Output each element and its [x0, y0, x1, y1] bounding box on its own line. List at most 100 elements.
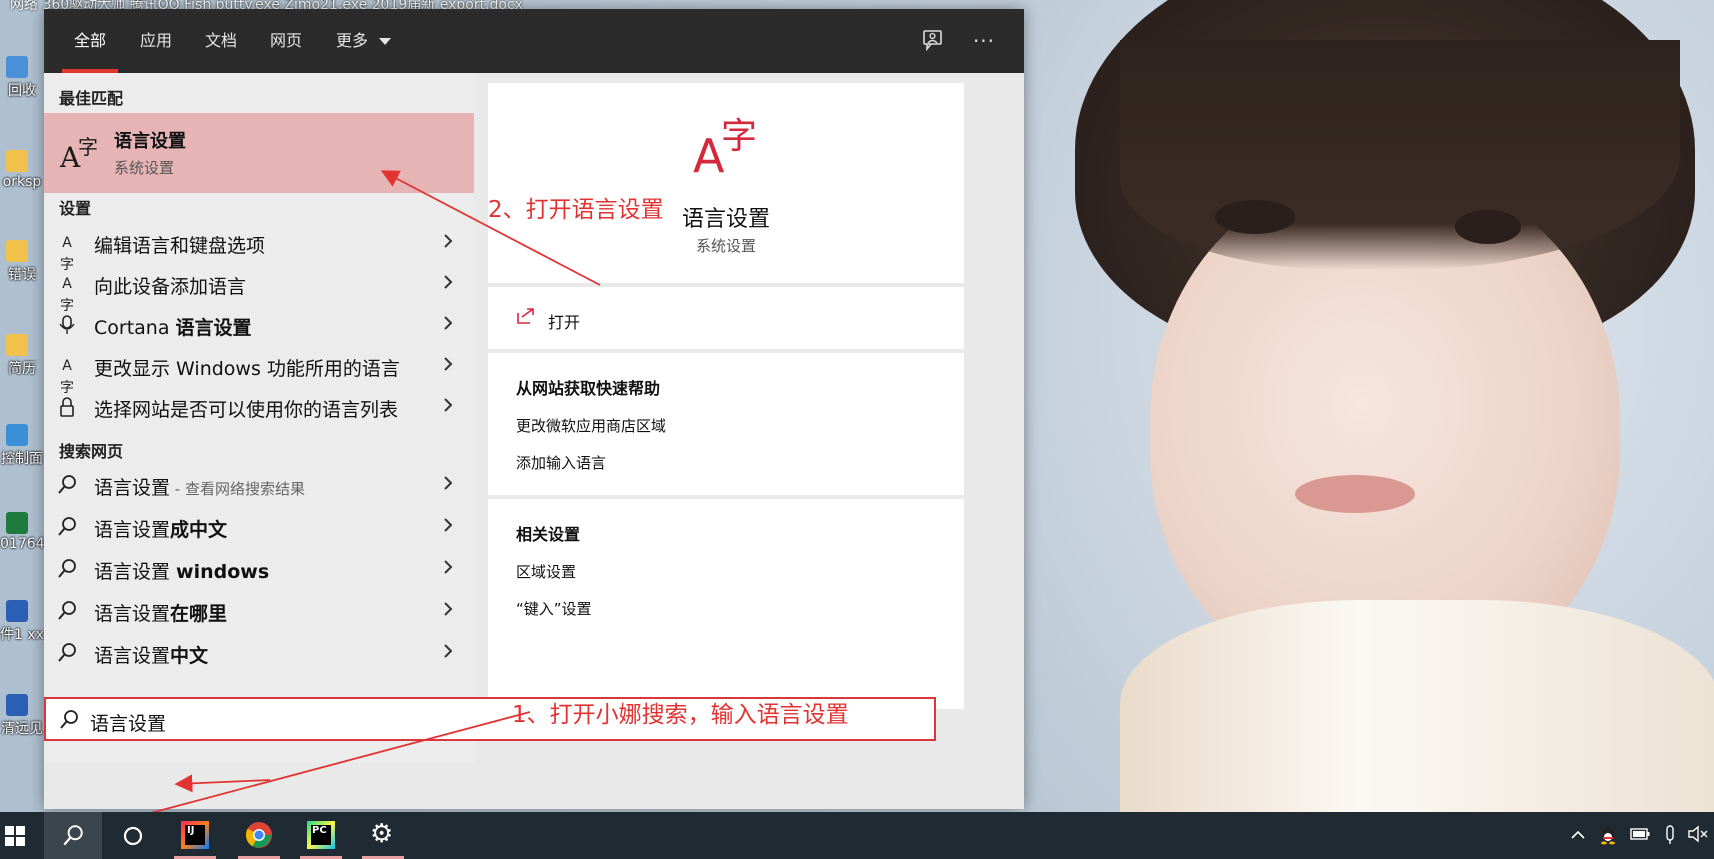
label-plain: 语言设置	[94, 477, 171, 499]
search-scope-bar: 全部 应用 文档 网页 更多 ···	[44, 9, 1024, 73]
best-match-item[interactable]: A字 语言设置 系统设置	[44, 113, 474, 193]
desktop-icon-word-file[interactable]: 清远见	[0, 694, 44, 738]
quick-help-title: 从网站获取快速帮助	[516, 379, 661, 398]
desktop-icon-control-panel[interactable]: 控制面	[0, 424, 44, 468]
open-action[interactable]: 打开	[488, 287, 964, 349]
section-search-web: 搜索网页	[59, 442, 124, 461]
language-settings-large-icon: A字	[693, 116, 758, 183]
web-result-item[interactable]: 语言设置 windows	[44, 549, 474, 589]
web-result-item[interactable]: 语言设置成中文	[44, 507, 474, 547]
settings-item-label: Cortana 语言设置	[94, 313, 252, 340]
label-bold: 语言设置	[175, 317, 252, 339]
help-link-add-input-language[interactable]: 添加输入语言	[516, 452, 606, 473]
settings-item-website-language-list[interactable]: 选择网站是否可以使用你的语言列表	[44, 387, 474, 427]
web-result-label: 语言设置中文	[94, 641, 208, 668]
recycle-bin-icon	[6, 56, 28, 78]
language-settings-icon: A字	[60, 135, 98, 174]
search-icon	[58, 517, 76, 536]
search-panel: 全部 应用 文档 网页 更多 ··· 最佳匹配 A字 语言设置 系统设置 设置 …	[44, 9, 1024, 809]
pen-icon[interactable]	[1660, 825, 1680, 845]
best-match-title: 语言设置	[114, 131, 186, 152]
show-hidden-icons[interactable]	[1568, 825, 1588, 845]
label-bold: 成中文	[170, 519, 228, 541]
wallpaper-lips	[1295, 475, 1415, 513]
volume-muted-icon[interactable]	[1688, 825, 1708, 845]
taskbar-chrome[interactable]	[230, 812, 288, 859]
related-link-typing[interactable]: “键入”设置	[516, 598, 592, 619]
feedback-icon[interactable]	[921, 29, 945, 53]
battery-icon[interactable]	[1630, 825, 1650, 845]
chevron-right-icon	[444, 560, 453, 574]
folder-icon	[6, 240, 28, 262]
desktop-icon-resume[interactable]: 简历	[0, 334, 44, 378]
search-button[interactable]	[44, 812, 102, 859]
taskbar: IJ PC ⚙	[0, 812, 1714, 859]
web-result-item[interactable]: 语言设置在哪里	[44, 591, 474, 631]
label-bold: 在哪里	[170, 603, 228, 625]
tab-all[interactable]: 全部	[61, 9, 119, 73]
desktop-icon-excel-file[interactable]: 017645	[0, 512, 53, 552]
chevron-right-icon	[444, 476, 453, 490]
chevron-right-icon	[444, 357, 453, 371]
results-list: 最佳匹配 A字 语言设置 系统设置 设置 A字 编辑语言和键盘选项 A字 向此设…	[44, 73, 474, 763]
desktop-icon-label: 控制面	[1, 451, 43, 467]
wallpaper-eye	[1455, 210, 1521, 244]
settings-item-edit-language-keyboard[interactable]: A字 编辑语言和键盘选项	[44, 223, 474, 273]
tab-documents[interactable]: 文档	[205, 9, 237, 73]
more-options-icon[interactable]: ···	[972, 29, 996, 53]
desktop-icon-label: 简历	[8, 361, 36, 377]
desktop-icon-workspace[interactable]: orksp	[0, 150, 44, 190]
related-settings-section: 相关设置 区域设置 “键入”设置	[488, 499, 964, 709]
folder-icon	[6, 150, 28, 172]
search-icon	[63, 825, 83, 846]
settings-item-display-language[interactable]: A字 更改显示 Windows 功能所用的语言	[44, 346, 474, 396]
excel-icon	[6, 512, 28, 534]
annotation-step2: 2、打开语言设置	[488, 197, 664, 223]
preview-subtitle: 系统设置	[695, 237, 756, 255]
search-icon	[58, 643, 76, 662]
settings-item-label: 编辑语言和键盘选项	[94, 235, 266, 257]
label-bold: 中文	[170, 645, 209, 667]
label-plain: 语言设置	[94, 519, 171, 541]
web-result-item[interactable]: 语言设置中文	[44, 633, 474, 673]
section-settings: 设置	[59, 199, 92, 218]
chevron-right-icon	[444, 316, 453, 330]
quick-help-section: 从网站获取快速帮助 更改微软应用商店区域 添加输入语言	[488, 353, 964, 495]
settings-item-add-language[interactable]: A字 向此设备添加语言	[44, 264, 474, 314]
web-result-item[interactable]: 语言设置 - 查看网络搜索结果	[44, 465, 474, 505]
web-result-label: 语言设置 - 查看网络搜索结果	[94, 473, 305, 500]
chevron-right-icon	[444, 644, 453, 658]
language-icon: A字	[60, 358, 74, 396]
related-settings-title: 相关设置	[516, 525, 581, 544]
word-icon	[6, 600, 28, 622]
cortana-button[interactable]	[104, 812, 162, 859]
search-icon	[58, 601, 76, 620]
taskbar-intellij[interactable]: IJ	[166, 812, 224, 859]
settings-item-cortana-language[interactable]: Cortana 语言设置	[44, 305, 474, 345]
desktop-icon-recycle-bin[interactable]: 回收	[0, 56, 44, 100]
best-match-subtitle: 系统设置	[114, 159, 175, 177]
desktop-icon-label: orksp	[2, 174, 42, 190]
qq-icon[interactable]	[1598, 825, 1618, 845]
search-icon	[60, 710, 78, 729]
tab-more[interactable]: 更多	[336, 9, 392, 73]
tab-apps[interactable]: 应用	[140, 9, 172, 73]
chrome-icon	[245, 822, 272, 848]
help-link-store-region[interactable]: 更改微软应用商店区域	[516, 415, 666, 436]
desktop-icon-folder[interactable]: 错误	[0, 240, 44, 284]
settings-icon: ⚙	[370, 819, 394, 849]
wallpaper-fringe	[1120, 40, 1680, 270]
search-icon	[58, 559, 76, 578]
desktop-icon-word-file[interactable]: 件1 xx	[0, 600, 44, 644]
language-icon: A字	[60, 235, 74, 273]
language-icon: A字	[60, 276, 74, 314]
open-label: 打开	[548, 313, 581, 332]
taskbar-settings[interactable]: ⚙	[354, 812, 412, 859]
section-best-match: 最佳匹配	[59, 89, 124, 108]
wallpaper-eye	[1215, 200, 1295, 234]
tab-web[interactable]: 网页	[270, 9, 302, 73]
label-plain: 语言设置	[94, 645, 171, 667]
taskbar-pycharm[interactable]: PC	[292, 812, 350, 859]
chevron-right-icon	[444, 602, 453, 616]
related-link-region[interactable]: 区域设置	[516, 561, 576, 582]
